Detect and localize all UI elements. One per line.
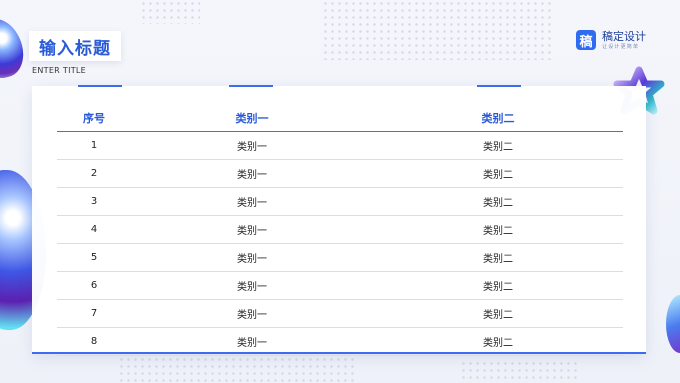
table-cell: 类别二: [373, 215, 623, 244]
table-cell: 6: [57, 271, 131, 300]
table-row: 3 类别一 类别二: [57, 187, 623, 216]
table-cell: 类别一: [131, 299, 373, 328]
table-cell: 类别二: [373, 271, 623, 300]
table-cell: 类别二: [373, 187, 623, 216]
table-cell: 5: [57, 243, 131, 272]
table-cell: 类别一: [131, 243, 373, 272]
page-subtitle: ENTER TITLE: [32, 66, 87, 75]
table-cell: 类别二: [373, 159, 623, 188]
brand-tagline: 让设计更简单: [602, 43, 640, 50]
table-cell: 类别一: [131, 327, 373, 356]
table-cell: 类别一: [131, 271, 373, 300]
table-cell: 4: [57, 215, 131, 244]
column-accent-bar: [78, 85, 122, 87]
table-row: 4 类别一 类别二: [57, 215, 623, 244]
world-map-dots: [460, 360, 580, 383]
table-cell: 类别一: [131, 187, 373, 216]
table-cell: 类别二: [373, 131, 623, 160]
world-map-dots: [140, 0, 200, 24]
table-cell: 8: [57, 327, 131, 356]
table-row: 5 类别一 类别二: [57, 243, 623, 272]
page-title: 输入标题: [39, 38, 111, 59]
world-map-dots: [322, 0, 552, 60]
table-cell: 类别二: [373, 299, 623, 328]
column-accent-bar: [477, 85, 521, 87]
brand-text: 稿定设计 让设计更简单: [602, 29, 646, 50]
table-cell: 类别二: [373, 327, 623, 356]
data-table: 序号 类别一 类别二 1 类别一 类别二 2 类别一 类别二 3 类别一 类别二 4 类别一 类别二 5…: [57, 104, 623, 356]
table-cell: 类别二: [373, 243, 623, 272]
table-cell: 7: [57, 299, 131, 328]
table-cell: 1: [57, 131, 131, 160]
table-row: 2 类别一 类别二: [57, 159, 623, 188]
table-cell: 3: [57, 187, 131, 216]
table-row: 6 类别一 类别二: [57, 271, 623, 300]
table-row: 1 类别一 类别二: [57, 131, 623, 160]
title-box: 输入标题: [29, 31, 121, 61]
brand-logo-icon: 稿: [576, 30, 596, 50]
table-card: 序号 类别一 类别二 1 类别一 类别二 2 类别一 类别二 3 类别一 类别二 4 类别一 类别二 5…: [32, 85, 646, 356]
column-header-category-2: 类别二: [373, 104, 623, 132]
column-header-category-1: 类别一: [131, 104, 373, 132]
column-header-index: 序号: [57, 104, 131, 132]
table-cell: 2: [57, 159, 131, 188]
brand-logo: 稿 稿定设计 让设计更简单: [576, 30, 646, 50]
column-accent-bar: [229, 85, 273, 87]
world-map-dots: [118, 356, 358, 383]
table-cell: 类别一: [131, 131, 373, 160]
table-row: 8 类别一 类别二: [57, 327, 623, 356]
table-cell: 类别一: [131, 215, 373, 244]
brand-name: 稿定设计: [602, 29, 646, 43]
glass-blob-decoration: [0, 13, 30, 83]
glass-blob-decoration: [666, 295, 680, 353]
table-row: 7 类别一 类别二: [57, 299, 623, 328]
table-cell: 类别一: [131, 159, 373, 188]
table-header-row: 序号 类别一 类别二: [57, 104, 623, 132]
